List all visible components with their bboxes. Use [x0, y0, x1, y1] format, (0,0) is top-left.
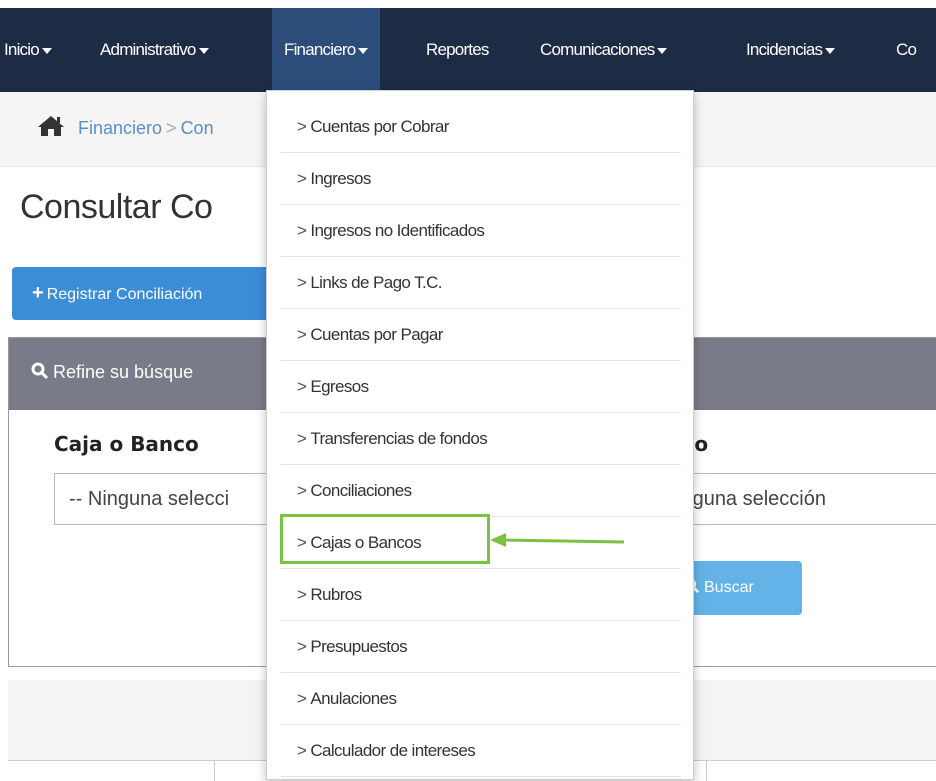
menu-item-cuentas-por-pagar[interactable]: > Cuentas por Pagar — [281, 309, 681, 361]
menu-item-label: Presupuestos — [310, 637, 408, 656]
nav-more-label: Co — [896, 40, 917, 59]
menu-item-label: Cuentas por Cobrar — [310, 117, 449, 136]
chevron-right-icon: > — [297, 117, 307, 136]
chevron-right-icon: > — [297, 325, 307, 344]
nav-inicio[interactable]: Inicio — [4, 8, 52, 92]
menu-item-calculador-de-intereses[interactable]: > Calculador de intereses — [281, 725, 681, 777]
menu-item-label: Cuentas por Pagar — [310, 325, 443, 344]
caret-down-icon — [657, 47, 668, 54]
chevron-right-icon: > — [297, 221, 307, 240]
menu-item-ingresos-no-identificados[interactable]: > Ingresos no Identificados — [281, 205, 681, 257]
menu-item-transferencias[interactable]: > Transferencias de fondos — [281, 413, 681, 465]
menu-item-conciliaciones[interactable]: > Conciliaciones — [281, 465, 681, 517]
menu-item-label: Anulaciones — [310, 689, 397, 708]
buscar-button-label: Buscar — [704, 579, 754, 596]
breadcrumb-separator: > — [166, 118, 177, 138]
menu-item-label: Ingresos no Identificados — [310, 221, 485, 240]
register-conciliation-button[interactable]: + Registrar Conciliación — [12, 267, 282, 320]
menu-item-label: Rubros — [310, 585, 362, 604]
register-button-label: Registrar Conciliación — [46, 286, 203, 303]
menu-item-egresos[interactable]: > Egresos — [281, 361, 681, 413]
nav-more[interactable]: Co — [896, 8, 917, 92]
nav-financiero[interactable]: Financiero — [272, 8, 381, 92]
caret-down-icon — [198, 47, 209, 54]
caret-down-icon — [825, 47, 836, 54]
nav-comunicaciones[interactable]: Comunicaciones — [540, 8, 668, 92]
nav-incidencias[interactable]: Incidencias — [746, 8, 836, 92]
menu-item-links-de-pago[interactable]: > Links de Pago T.C. — [281, 257, 681, 309]
table-column-divider — [214, 761, 215, 781]
menu-item-label: Links de Pago T.C. — [310, 273, 442, 292]
caja-banco-label: Caja o Banco — [54, 432, 199, 456]
estado-select[interactable]: inguna selección — [660, 473, 936, 525]
breadcrumb-trail: Financiero > Con — [78, 118, 214, 139]
home-icon[interactable] — [36, 114, 66, 143]
chevron-right-icon: > — [297, 741, 307, 760]
menu-item-label: Calculador de intereses — [310, 741, 476, 760]
search-panel-header-label: Refine su búsque — [53, 362, 194, 382]
nav-reportes[interactable]: Reportes — [426, 8, 489, 92]
menu-item-presupuestos[interactable]: > Presupuestos — [281, 621, 681, 673]
menu-item-ingresos[interactable]: > Ingresos — [281, 153, 681, 205]
page-title: Consultar Co — [20, 188, 213, 226]
chevron-right-icon: > — [297, 481, 307, 500]
breadcrumb-item-financiero[interactable]: Financiero — [78, 118, 162, 138]
nav-inicio-label: Inicio — [4, 40, 40, 59]
chevron-right-icon: > — [297, 637, 307, 656]
nav-comunicaciones-label: Comunicaciones — [540, 40, 655, 59]
nav-reportes-label: Reportes — [426, 40, 489, 59]
menu-item-label: Conciliaciones — [310, 481, 412, 500]
arrow-left-icon — [490, 533, 625, 547]
menu-item-label: Transferencias de fondos — [310, 429, 488, 448]
table-column-divider — [706, 761, 707, 781]
top-navbar: Inicio Administrativo Financiero Reporte… — [0, 8, 936, 92]
nav-administrativo-label: Administrativo — [100, 40, 196, 59]
menu-item-cuentas-por-cobrar[interactable]: > Cuentas por Cobrar — [281, 101, 681, 153]
financiero-dropdown-menu: > Cuentas por Cobrar > Ingresos > Ingresos … — [266, 90, 694, 780]
highlight-box — [280, 514, 490, 564]
caret-down-icon — [358, 47, 369, 54]
plus-icon: + — [32, 282, 44, 304]
menu-item-label: Ingresos — [310, 169, 371, 188]
menu-item-rubros[interactable]: > Rubros — [281, 569, 681, 621]
chevron-right-icon: > — [297, 377, 307, 396]
chevron-right-icon: > — [297, 585, 307, 604]
chevron-right-icon: > — [297, 689, 307, 708]
nav-incidencias-label: Incidencias — [746, 40, 823, 59]
search-panel-title: Refine su búsque — [31, 362, 193, 383]
nav-administrativo[interactable]: Administrativo — [100, 8, 209, 92]
chevron-right-icon: > — [297, 429, 307, 448]
chevron-right-icon: > — [297, 169, 307, 188]
search-icon — [31, 362, 49, 380]
nav-financiero-label: Financiero — [284, 40, 356, 59]
menu-item-anulaciones[interactable]: > Anulaciones — [281, 673, 681, 725]
caret-down-icon — [41, 47, 52, 54]
menu-item-label: Egresos — [310, 377, 369, 396]
chevron-right-icon: > — [297, 273, 307, 292]
breadcrumb-item-current[interactable]: Con — [181, 118, 214, 138]
